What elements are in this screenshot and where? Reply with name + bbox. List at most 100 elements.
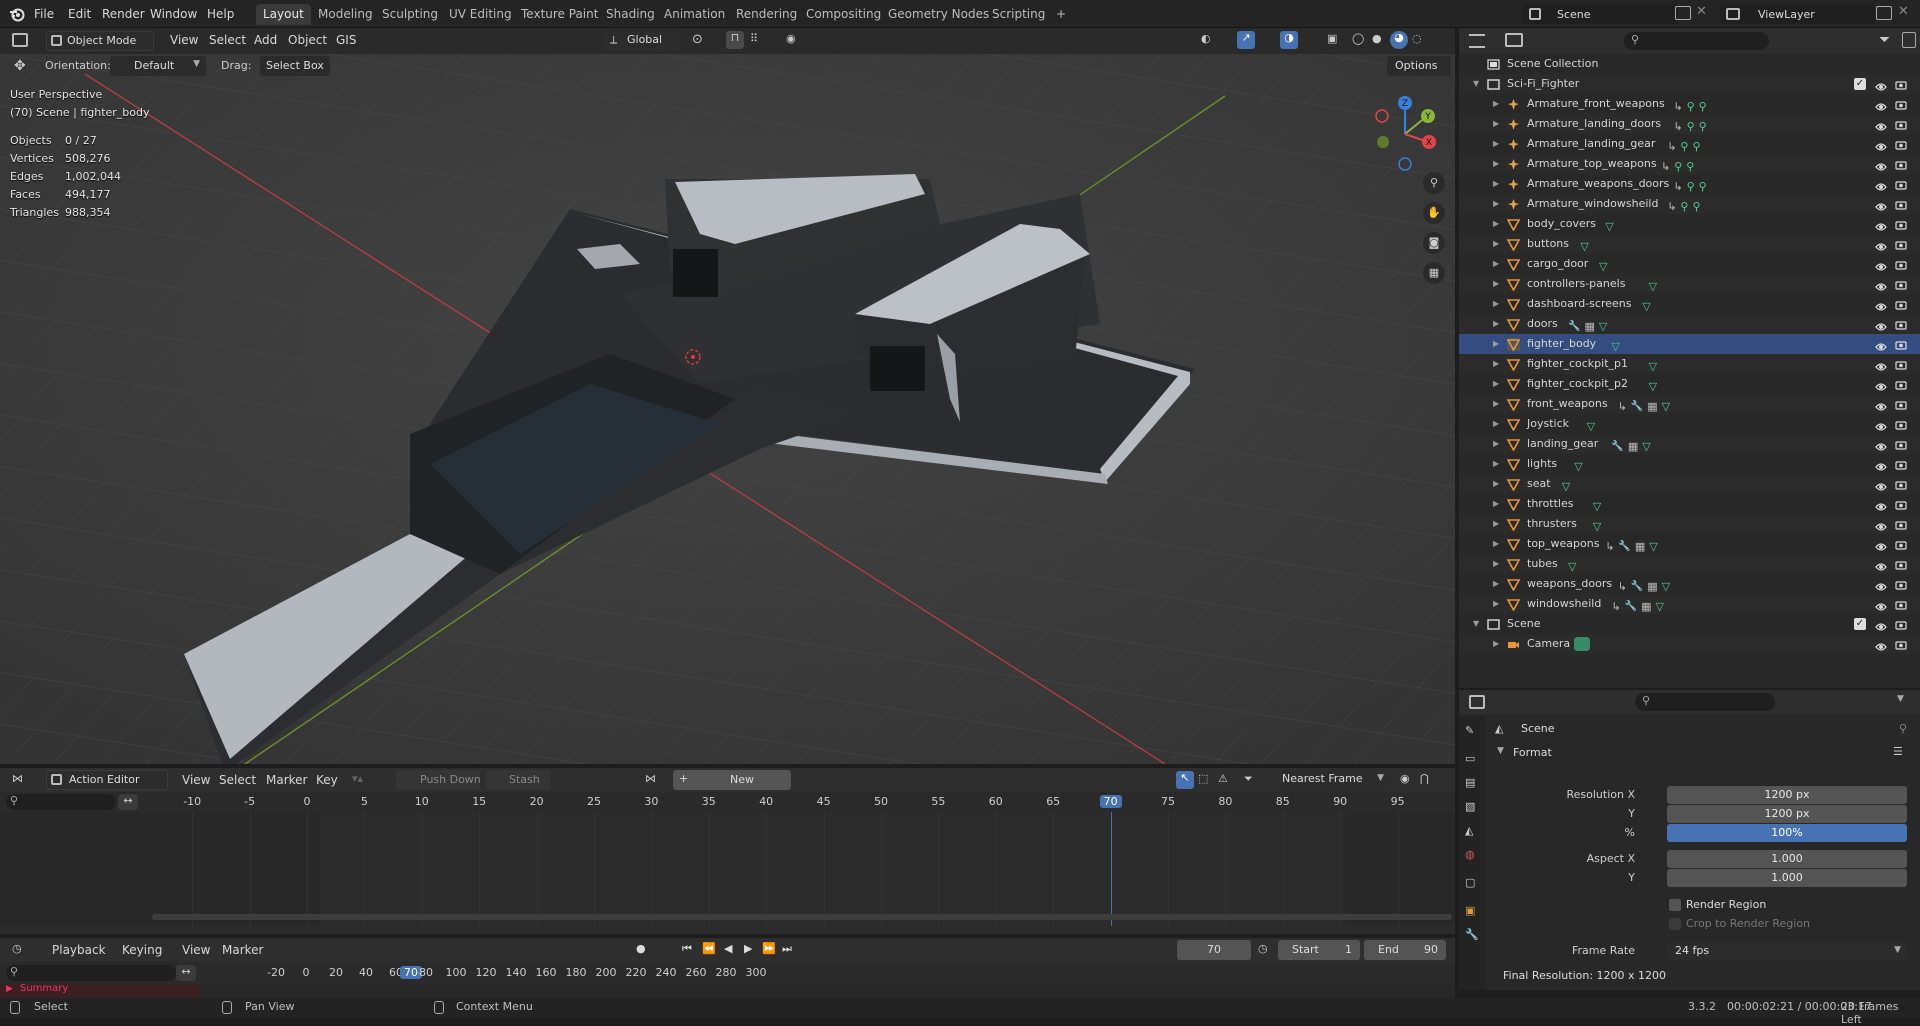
render-region-checkbox[interactable] [1669,899,1681,911]
render-camera-icon[interactable] [1895,558,1907,570]
pose-icon[interactable]: ↳ [1661,157,1670,173]
outliner-item[interactable]: ▶ body_covers ▽ [1459,214,1920,234]
only-selected-icon[interactable]: ↖ [1176,771,1194,789]
eye-icon[interactable] [1875,479,1887,491]
pin-icon[interactable]: ⚲ [1899,722,1907,735]
action-browse-icon[interactable]: ⋈ [645,772,656,785]
add-workspace-button[interactable]: + [1049,4,1073,25]
filter-icon[interactable]: ⏷ [1879,32,1890,48]
start-frame-field[interactable]: Start 1 [1278,940,1360,960]
bone-icon[interactable]: ⚲ [1699,177,1707,193]
outliner-item[interactable]: ▶ front_weapons ↳ 🔧 ▦ ▽ [1459,394,1920,414]
chevron-right-icon[interactable]: ▶ [1493,174,1499,194]
gizmo-toggle-icon[interactable]: ↗ [1237,31,1255,49]
render-camera-icon[interactable] [1895,398,1907,410]
render-camera-icon[interactable] [1895,338,1907,350]
mesh-icon[interactable]: ▽ [1574,457,1582,473]
snap-mode-dropdown[interactable]: Nearest Frame ▼ [1278,770,1390,790]
orientation-dropdown[interactable]: Default ▼ [110,56,206,76]
bone-icon[interactable]: ⚲ [1686,157,1694,173]
render-camera-icon[interactable] [1895,118,1907,130]
eye-icon[interactable] [1875,359,1887,371]
eye-icon[interactable] [1875,619,1887,631]
mesh-icon[interactable]: ▽ [1649,377,1657,393]
pose-icon[interactable]: ↳ [1618,397,1627,413]
preview-range-icon[interactable]: ◷ [1258,942,1268,955]
render-camera-icon[interactable] [1895,158,1907,170]
viewlayer-selector[interactable]: ViewLayer [1720,4,1875,24]
action-keyframe-area[interactable] [0,812,1455,926]
xray-icon[interactable]: ▣ [1327,32,1337,45]
mesh-icon[interactable]: ▽ [1649,357,1657,373]
mesh-icon[interactable]: ▽ [1642,297,1650,313]
render-camera-icon[interactable] [1895,538,1907,550]
outliner-item[interactable]: ▶ Armature_landing_doors ↳ ⚲ ⚲ [1459,114,1920,134]
render-camera-icon[interactable] [1895,238,1907,250]
proportional-edit-icon[interactable]: ◉ [1400,772,1410,785]
chevron-right-icon[interactable]: ▶ [1493,494,1499,514]
presets-list-icon[interactable]: ☰ [1893,745,1903,758]
bone-icon[interactable]: ⚲ [1699,97,1707,113]
chevron-right-icon[interactable]: ▶ [1493,434,1499,454]
pose-icon[interactable]: ↳ [1618,577,1627,593]
wrench-icon[interactable]: 🔧 [1568,317,1580,332]
outliner-item[interactable]: ▶ cargo_door ▽ [1459,254,1920,274]
outliner-item-camera[interactable]: ▶ Camera [1459,634,1920,654]
mesh-icon[interactable]: ▽ [1593,497,1601,513]
bone-icon[interactable]: ⚲ [1674,157,1682,173]
render-camera-icon[interactable] [1895,378,1907,390]
jump-end-icon[interactable]: ⏭ [782,942,792,956]
outliner-item[interactable]: ▶ Armature_front_weapons ↳ ⚲ ⚲ [1459,94,1920,114]
prev-keyframe-icon[interactable]: ⏪ [702,942,716,955]
grid-icon[interactable]: ▦ [1635,537,1645,553]
chevron-right-icon[interactable]: ▶ [1493,274,1499,294]
render-camera-icon[interactable] [1895,218,1907,230]
scene-selector[interactable]: Scene [1523,4,1678,24]
render-camera-icon[interactable] [1895,638,1907,650]
perspective-toggle-icon[interactable]: ▦ [1423,262,1445,284]
wrench-icon[interactable]: 🔧 [1618,537,1630,552]
collection-tab-icon[interactable]: ▢ [1465,876,1475,889]
bone-icon[interactable]: ⚲ [1692,137,1700,153]
blender-logo-icon[interactable] [8,5,26,23]
delete-scene-icon[interactable]: ✕ [1696,4,1707,19]
pose-icon[interactable]: ↳ [1667,197,1676,213]
eye-icon[interactable] [1875,539,1887,551]
menu-file[interactable]: File [30,5,58,23]
delete-viewlayer-icon[interactable]: ✕ [1898,4,1909,19]
grid-icon[interactable]: ▦ [1647,397,1657,413]
frame-rate-dropdown[interactable]: 24 fps ▼ [1667,942,1907,960]
outliner-collection-sci-fi-fighter[interactable]: ▼ Sci-Fi_Fighter ✓ [1459,74,1920,94]
outliner-item[interactable]: ▶ landing_gear 🔧 ▦ ▽ [1459,434,1920,454]
chevron-right-icon[interactable]: ▼ [1473,74,1479,94]
outliner-item[interactable]: ▶ controllers-panels ▽ [1459,274,1920,294]
eye-icon[interactable] [1875,439,1887,451]
chevron-right-icon[interactable]: ▶ [1493,474,1499,494]
eye-icon[interactable] [1875,519,1887,531]
viewport-menu-view[interactable]: View [166,31,202,49]
chevron-right-icon[interactable]: ▶ [1493,314,1499,334]
chevron-right-icon[interactable]: ▶ [1493,234,1499,254]
outliner-item[interactable]: ▶ weapons_doors ↳ 🔧 ▦ ▽ [1459,574,1920,594]
properties-editor-icon[interactable] [1469,695,1485,709]
menu-render[interactable]: Render [98,5,149,23]
outliner-item[interactable]: ▶ fighter_cockpit_p2 ▽ [1459,374,1920,394]
chevron-right-icon[interactable]: ▶ [1493,634,1499,654]
aspect-x-field[interactable]: 1.000 [1667,850,1907,868]
wrench-icon[interactable]: 🔧 [1631,577,1643,592]
navigation-gizmo[interactable]: Z Y X [1370,94,1450,174]
pose-icon[interactable]: ↳ [1611,597,1620,613]
options-dropdown[interactable]: Options [1387,56,1451,76]
outliner-item[interactable]: ▶ Armature_weapons_doors ↳ ⚲ ⚲ [1459,174,1920,194]
tab-uv-editing[interactable]: UV Editing [442,4,519,25]
move-tool-icon[interactable]: ✥ [14,58,30,74]
transform-orientation-dropdown[interactable]: ⟂ Global [605,31,682,51]
new-scene-icon[interactable] [1675,6,1691,20]
timeline-menu-view[interactable]: View [178,941,214,959]
mesh-icon[interactable]: ▽ [1568,557,1576,573]
snap-target-icon[interactable]: ⠿ [750,32,758,45]
eye-icon[interactable] [1875,419,1887,431]
mesh-icon[interactable]: ▽ [1562,477,1570,493]
new-action-button[interactable]: + New [673,770,791,790]
new-viewlayer-icon[interactable] [1876,6,1892,20]
